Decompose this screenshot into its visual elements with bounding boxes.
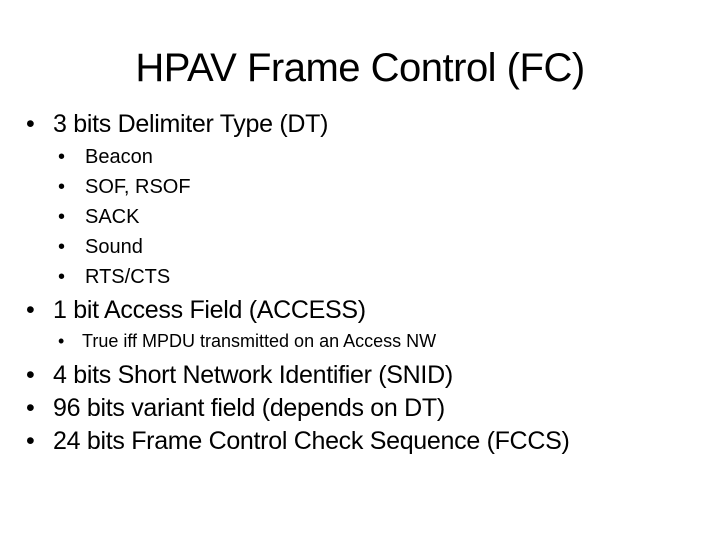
sub-bullet-item: • Beacon: [58, 145, 153, 169]
bullet-icon: •: [58, 146, 66, 168]
bullet-icon: •: [58, 176, 66, 198]
sub-bullet-text: SOF, RSOF: [85, 176, 191, 198]
sub-bullet-item: • True iff MPDU transmitted on an Access…: [58, 330, 436, 352]
bullet-item-dt: • 3 bits Delimiter Type (DT): [26, 109, 328, 139]
bullet-text: 4 bits Short Network Identifier (SNID): [53, 361, 453, 389]
bullet-item-fccs: • 24 bits Frame Control Check Sequence (…: [26, 426, 570, 456]
sub-bullet-item: • Sound: [58, 235, 143, 259]
slide-title: HPAV Frame Control (FC): [135, 46, 585, 90]
bullet-icon: •: [58, 236, 66, 258]
sub-bullet-item: • SOF, RSOF: [58, 175, 191, 199]
bullet-icon: •: [58, 206, 66, 228]
sub-bullet-text: Sound: [85, 236, 143, 258]
sub-bullet-text: RTS/CTS: [85, 266, 171, 288]
bullet-text: 96 bits variant field (depends on DT): [53, 394, 445, 422]
bullet-icon: •: [58, 331, 65, 351]
bullet-item-variant: • 96 bits variant field (depends on DT): [26, 393, 445, 423]
bullet-text: 3 bits Delimiter Type (DT): [53, 110, 329, 138]
sub-bullet-text: SACK: [85, 206, 140, 228]
bullet-text: 1 bit Access Field (ACCESS): [53, 296, 366, 324]
bullet-icon: •: [26, 296, 35, 324]
sub-bullet-text: Beacon: [85, 146, 153, 168]
bullet-text: 24 bits Frame Control Check Sequence (FC…: [53, 427, 570, 455]
sub-bullet-item: • SACK: [58, 205, 139, 229]
bullet-item-snid: • 4 bits Short Network Identifier (SNID): [26, 360, 453, 390]
bullet-icon: •: [26, 110, 35, 138]
bullet-icon: •: [26, 427, 35, 455]
sub-bullet-text: True iff MPDU transmitted on an Access N…: [82, 331, 437, 351]
bullet-item-access: • 1 bit Access Field (ACCESS): [26, 295, 366, 325]
bullet-icon: •: [58, 266, 66, 288]
bullet-icon: •: [26, 361, 35, 389]
bullet-icon: •: [26, 394, 35, 422]
sub-bullet-item: • RTS/CTS: [58, 265, 170, 289]
